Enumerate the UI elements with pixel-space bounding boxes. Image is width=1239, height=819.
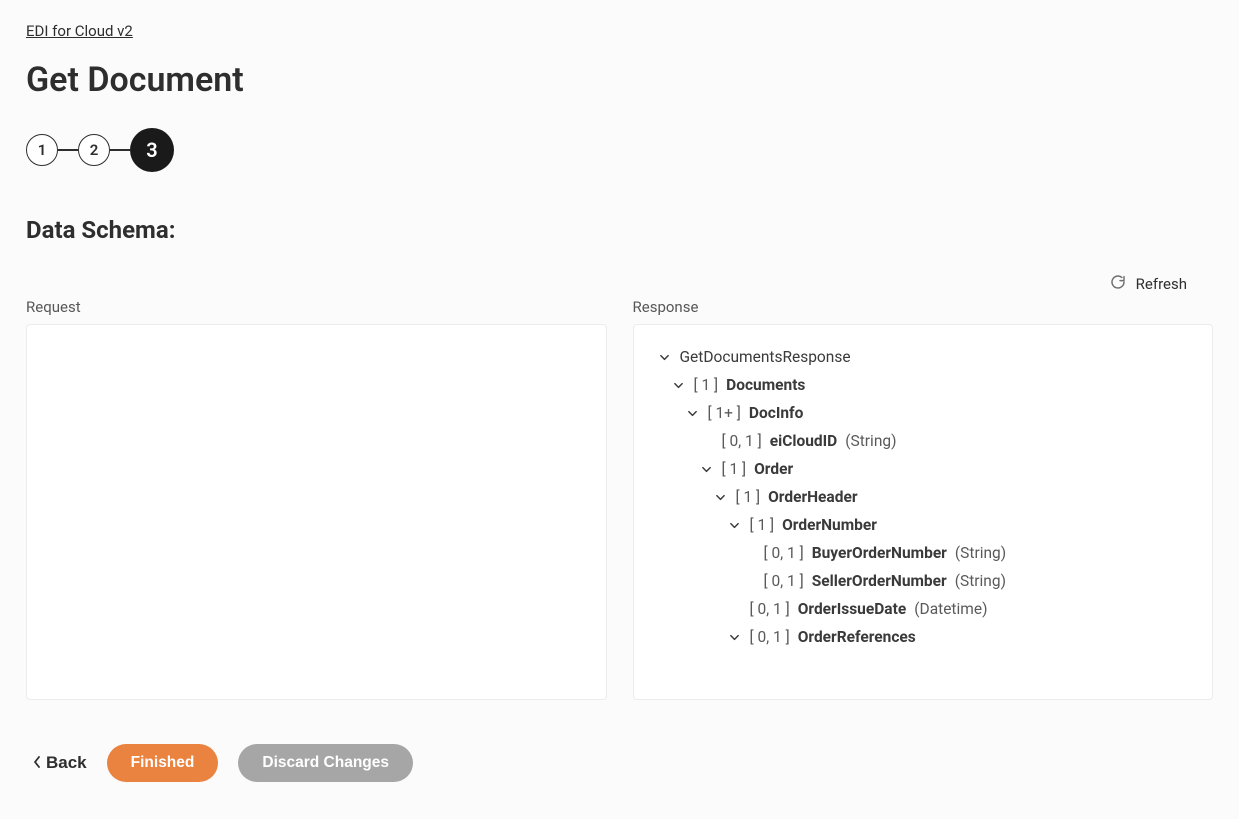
tree-node[interactable]: [ 1 ] OrderNumber — [658, 511, 1189, 539]
tree-node[interactable]: [ 1 ] Documents — [658, 371, 1189, 399]
tree-node: [ 0, 1 ] SellerOrderNumber (String) — [658, 567, 1189, 595]
response-panel[interactable]: GetDocumentsResponse[ 1 ] Documents[ 1+ … — [633, 324, 1214, 700]
cardinality: [ 0, 1 ] — [750, 600, 790, 618]
stepper: 123 — [26, 128, 1213, 172]
back-button[interactable]: Back — [32, 753, 87, 773]
chevron-down-icon[interactable] — [672, 380, 686, 391]
request-panel — [26, 324, 607, 700]
node-name: OrderHeader — [768, 488, 857, 506]
back-label: Back — [46, 753, 87, 773]
response-label: Response — [633, 298, 1214, 316]
node-type: (String) — [955, 544, 1006, 562]
page-title: Get Document — [26, 60, 1213, 100]
node-type: (String) — [955, 572, 1006, 590]
cardinality: [ 1+ ] — [708, 404, 741, 422]
refresh-label: Refresh — [1136, 275, 1187, 293]
cardinality: [ 1 ] — [736, 488, 761, 506]
step-3[interactable]: 3 — [130, 128, 174, 172]
request-label: Request — [26, 298, 607, 316]
section-title: Data Schema: — [26, 216, 1213, 244]
discard-button[interactable]: Discard Changes — [238, 744, 413, 782]
cardinality: [ 1 ] — [694, 376, 719, 394]
node-type: (String) — [845, 432, 896, 450]
node-name: OrderReferences — [798, 628, 916, 646]
tree-node[interactable]: [ 1+ ] DocInfo — [658, 399, 1189, 427]
node-name: GetDocumentsResponse — [680, 348, 851, 366]
node-name: SellerOrderNumber — [812, 572, 947, 590]
cardinality: [ 0, 1 ] — [750, 628, 790, 646]
chevron-down-icon[interactable] — [686, 408, 700, 419]
tree-node: [ 0, 1 ] eiCloudID (String) — [658, 427, 1189, 455]
breadcrumb[interactable]: EDI for Cloud v2 — [26, 22, 133, 40]
chevron-down-icon[interactable] — [728, 520, 742, 531]
cardinality: [ 1 ] — [750, 516, 775, 534]
node-name: Order — [754, 460, 793, 478]
node-name: OrderIssueDate — [798, 600, 907, 618]
step-connector — [110, 149, 130, 151]
chevron-down-icon[interactable] — [714, 492, 728, 503]
tree-node[interactable]: [ 0, 1 ] OrderReferences — [658, 623, 1189, 651]
tree-node: [ 0, 1 ] OrderIssueDate (Datetime) — [658, 595, 1189, 623]
chevron-down-icon[interactable] — [728, 632, 742, 643]
refresh-button[interactable]: Refresh — [26, 274, 1213, 294]
finished-button[interactable]: Finished — [107, 744, 219, 782]
chevron-left-icon — [32, 753, 42, 773]
tree-node[interactable]: GetDocumentsResponse — [658, 343, 1189, 371]
tree-node: [ 0, 1 ] BuyerOrderNumber (String) — [658, 539, 1189, 567]
refresh-icon — [1110, 274, 1126, 294]
node-name: BuyerOrderNumber — [812, 544, 947, 562]
step-2[interactable]: 2 — [78, 134, 110, 166]
chevron-down-icon[interactable] — [658, 352, 672, 363]
step-1[interactable]: 1 — [26, 134, 58, 166]
node-name: OrderNumber — [782, 516, 877, 534]
tree-node[interactable]: [ 1 ] Order — [658, 455, 1189, 483]
cardinality: [ 0, 1 ] — [764, 572, 804, 590]
node-name: eiCloudID — [770, 432, 837, 450]
cardinality: [ 0, 1 ] — [722, 432, 762, 450]
node-name: Documents — [726, 376, 805, 394]
node-name: DocInfo — [749, 404, 803, 422]
tree-node[interactable]: [ 1 ] OrderHeader — [658, 483, 1189, 511]
chevron-down-icon[interactable] — [700, 464, 714, 475]
cardinality: [ 0, 1 ] — [764, 544, 804, 562]
step-connector — [58, 149, 78, 151]
cardinality: [ 1 ] — [722, 460, 747, 478]
node-type: (Datetime) — [914, 600, 987, 618]
